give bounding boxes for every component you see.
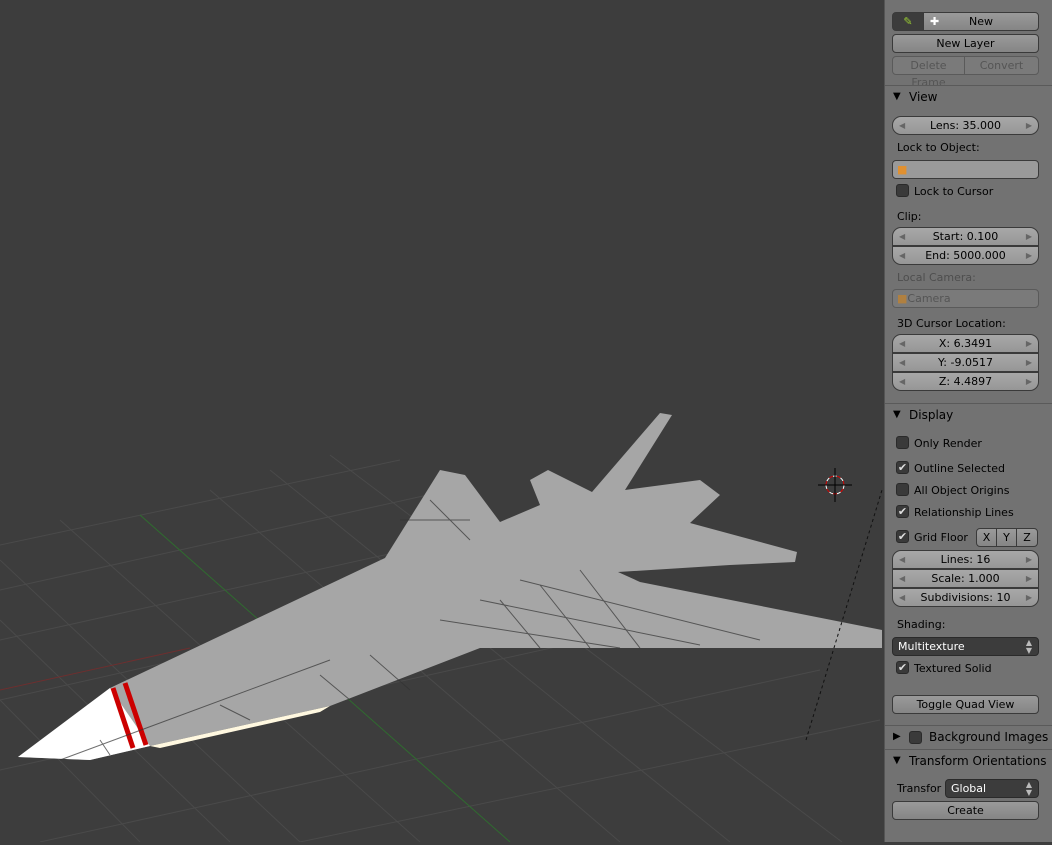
plus-icon: ✚ [930, 15, 940, 28]
clip-end-value: End: 5000.000 [925, 249, 1006, 262]
collapse-triangle-icon: ▼ [893, 409, 901, 420]
new-label: New [969, 15, 993, 28]
grid-lines-value: Lines: 16 [940, 553, 991, 566]
clip-label: Clip: [897, 210, 922, 223]
pencil-icon: ✎ [903, 15, 913, 28]
camera-cube-icon: ■ [897, 292, 908, 305]
transform-label: Transfor [897, 782, 942, 795]
new-button[interactable]: ✚ New [923, 12, 1039, 31]
new-layer-button[interactable]: New Layer [892, 34, 1039, 53]
create-orientation-button[interactable]: Create [892, 801, 1039, 820]
shading-value: Multitexture [898, 640, 965, 653]
local-camera-label: Local Camera: [897, 271, 976, 284]
cursor-location-label: 3D Cursor Location: [897, 317, 1006, 330]
updown-arrows-icon: ▲ ▼ [1025, 780, 1032, 797]
transform-orientations-title: Transform Orientations [909, 754, 1047, 768]
all-object-origins-label: All Object Origins [914, 484, 1010, 497]
lock-to-cursor-label: Lock to Cursor [914, 185, 994, 198]
transform-orientation-dropdown[interactable]: Global ▲ ▼ [945, 779, 1039, 798]
background-images-title: Background Images [929, 730, 1049, 744]
grid-floor-checkbox[interactable]: ✔ [896, 530, 909, 543]
expand-triangle-icon: ▶ [893, 731, 901, 742]
textured-solid-label: Textured Solid [914, 662, 992, 675]
textured-solid-checkbox[interactable]: ✔ [896, 661, 909, 674]
display-title: Display [909, 408, 954, 422]
object-cube-icon: ■ [897, 163, 908, 176]
updown-arrows-icon: ▲ ▼ [1025, 638, 1032, 655]
cursor-y-field[interactable]: ◀ Y: -9.0517 ▶ [892, 353, 1039, 372]
transform-orientations-header[interactable]: ▼ Transform Orientations [885, 749, 1052, 773]
local-camera-value: Camera [907, 292, 951, 305]
view-title: View [909, 90, 938, 104]
lock-to-cursor-checkbox[interactable] [896, 184, 909, 197]
axis-x-toggle[interactable]: X [976, 528, 997, 547]
toggle-quad-view-button[interactable]: Toggle Quad View [892, 695, 1039, 714]
cursor-z-field[interactable]: ◀ Z: 4.4897 ▶ [892, 372, 1039, 391]
clip-start-value: Start: 0.100 [932, 230, 999, 243]
clip-start-field[interactable]: ◀ Start: 0.100 ▶ [892, 227, 1039, 246]
lens-field[interactable]: ◀ Lens: 35.000 ▶ [892, 116, 1039, 135]
only-render-checkbox[interactable] [896, 436, 909, 449]
all-object-origins-checkbox[interactable] [896, 483, 909, 496]
cursor-z-value: Z: 4.4897 [938, 375, 993, 388]
convert-button[interactable]: Convert [964, 56, 1039, 75]
delete-frame-button[interactable]: Delete Frame [892, 56, 965, 89]
collapse-triangle-icon: ▼ [893, 755, 901, 766]
only-render-label: Only Render [914, 437, 982, 450]
shading-dropdown[interactable]: Multitexture ▲ ▼ [892, 637, 1039, 656]
3d-cursor-icon [818, 468, 852, 502]
outline-selected-checkbox[interactable]: ✔ [896, 461, 909, 474]
axis-y-toggle[interactable]: Y [996, 528, 1017, 547]
outline-selected-label: Outline Selected [914, 462, 1005, 475]
relationship-line [805, 489, 883, 741]
axis-z-toggle[interactable]: Z [1016, 528, 1038, 547]
grid-subdivisions-value: Subdivisions: 10 [920, 591, 1011, 604]
lens-value: Lens: 35.000 [929, 119, 1002, 132]
transform-orientation-value: Global [951, 782, 987, 795]
aircraft-model [18, 413, 882, 760]
grid-scale-value: Scale: 1.000 [931, 572, 1000, 585]
view-panel-header[interactable]: ▼ View [885, 85, 1052, 109]
grid-floor-label: Grid Floor [914, 531, 968, 544]
relationship-lines-label: Relationship Lines [914, 506, 1014, 519]
background-images-header[interactable]: ▶ Background Images [885, 725, 1052, 749]
cursor-x-value: X: 6.3491 [938, 337, 993, 350]
lock-to-object-label: Lock to Object: [897, 141, 980, 154]
background-images-checkbox[interactable] [909, 731, 922, 744]
lock-to-object-field[interactable]: ■ [892, 160, 1039, 179]
grid-scale-field[interactable]: ◀ Scale: 1.000 ▶ [892, 569, 1039, 588]
relationship-lines-checkbox[interactable]: ✔ [896, 505, 909, 518]
scene [0, 413, 883, 843]
shading-label: Shading: [897, 618, 946, 631]
local-camera-field[interactable]: ■Camera [892, 289, 1039, 308]
3d-viewport[interactable] [0, 0, 884, 843]
grid-lines-field[interactable]: ◀ Lines: 16 ▶ [892, 550, 1039, 569]
collapse-triangle-icon: ▼ [893, 91, 901, 102]
clip-end-field[interactable]: ◀ End: 5000.000 ▶ [892, 246, 1039, 265]
display-panel-header[interactable]: ▼ Display [885, 403, 1052, 427]
cursor-x-field[interactable]: ◀ X: 6.3491 ▶ [892, 334, 1039, 353]
grid-subdivisions-field[interactable]: ◀ Subdivisions: 10 ▶ [892, 588, 1039, 607]
draw-button[interactable]: ✎ [892, 12, 924, 31]
properties-panel: ✎ ✚ New New Layer Delete Frame Convert ▼ V… [884, 0, 1052, 842]
cursor-y-value: Y: -9.0517 [938, 356, 993, 369]
